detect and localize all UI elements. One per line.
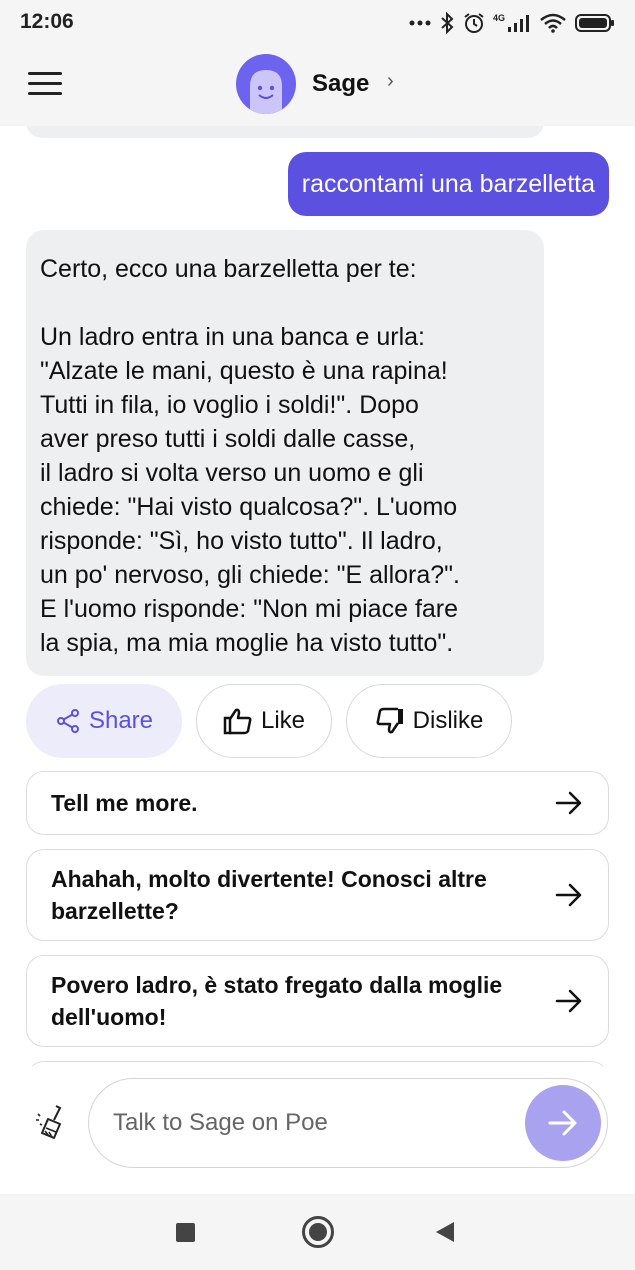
like-button[interactable]: Like <box>196 684 332 758</box>
status-icons: 4G <box>409 10 615 36</box>
share-label: Share <box>88 707 154 734</box>
message-composer <box>0 1066 635 1194</box>
network-type: 4G <box>492 13 505 23</box>
home-circle-icon[interactable] <box>302 1216 334 1248</box>
battery-icon <box>575 14 614 32</box>
chat-thread[interactable]: raccontami una barzelletta Certo, ecco u… <box>0 126 635 1066</box>
message-actions: Share Like Dislike <box>26 684 512 758</box>
suggestion-text: Tell me more. <box>51 790 198 816</box>
bot-message-bubble: Certo, ecco una barzelletta per te: Un l… <box>26 230 544 676</box>
ghost-face-icon <box>250 70 282 114</box>
suggestion-other-jokes[interactable]: Ahahah, molto divertente! Conosci altre … <box>26 849 609 941</box>
previous-message-bubble <box>26 126 544 138</box>
thumbs-up-icon <box>223 708 252 735</box>
bot-name[interactable]: Sage <box>312 70 369 98</box>
recents-square-icon[interactable] <box>176 1223 195 1242</box>
more-dots-icon <box>409 20 431 26</box>
message-input[interactable] <box>113 1103 513 1143</box>
arrow-right-icon <box>548 1110 577 1136</box>
arrow-right-icon <box>555 989 582 1013</box>
chat-header: Sage › <box>0 46 635 126</box>
thumbs-down-icon <box>376 707 403 734</box>
arrow-right-icon <box>555 791 582 815</box>
arrow-right-icon <box>555 883 582 907</box>
suggestion-tell-me-more[interactable]: Tell me more. <box>26 771 609 835</box>
alarm-icon <box>464 13 484 33</box>
dislike-button[interactable]: Dislike <box>346 684 512 758</box>
system-nav-bar <box>0 1194 635 1270</box>
status-bar: 12:06 4G <box>0 0 635 46</box>
broom-clear-icon[interactable] <box>34 1104 68 1142</box>
chevron-right-icon[interactable]: › <box>387 70 394 93</box>
cellular-signal-icon <box>508 15 529 32</box>
suggestion-poor-thief[interactable]: Povero ladro, è stato fregato dalla mogl… <box>26 955 609 1047</box>
hamburger-menu-icon[interactable] <box>28 72 62 98</box>
status-time: 12:06 <box>20 10 74 33</box>
dislike-label: Dislike <box>412 707 484 734</box>
message-input-container <box>88 1078 608 1168</box>
user-message-bubble: raccontami una barzelletta <box>287 152 609 216</box>
bluetooth-icon <box>441 12 454 34</box>
like-label: Like <box>260 707 306 734</box>
share-icon <box>56 709 79 733</box>
bot-avatar[interactable] <box>236 54 296 114</box>
wifi-icon <box>540 13 566 33</box>
suggestion-text: Povero ladro, è stato fregato dalla mogl… <box>51 972 503 1030</box>
send-button[interactable] <box>525 1085 601 1161</box>
suggestion-text: Ahahah, molto divertente! Conosci altre … <box>51 866 487 924</box>
back-triangle-icon[interactable] <box>436 1222 454 1242</box>
share-button[interactable]: Share <box>26 684 182 758</box>
